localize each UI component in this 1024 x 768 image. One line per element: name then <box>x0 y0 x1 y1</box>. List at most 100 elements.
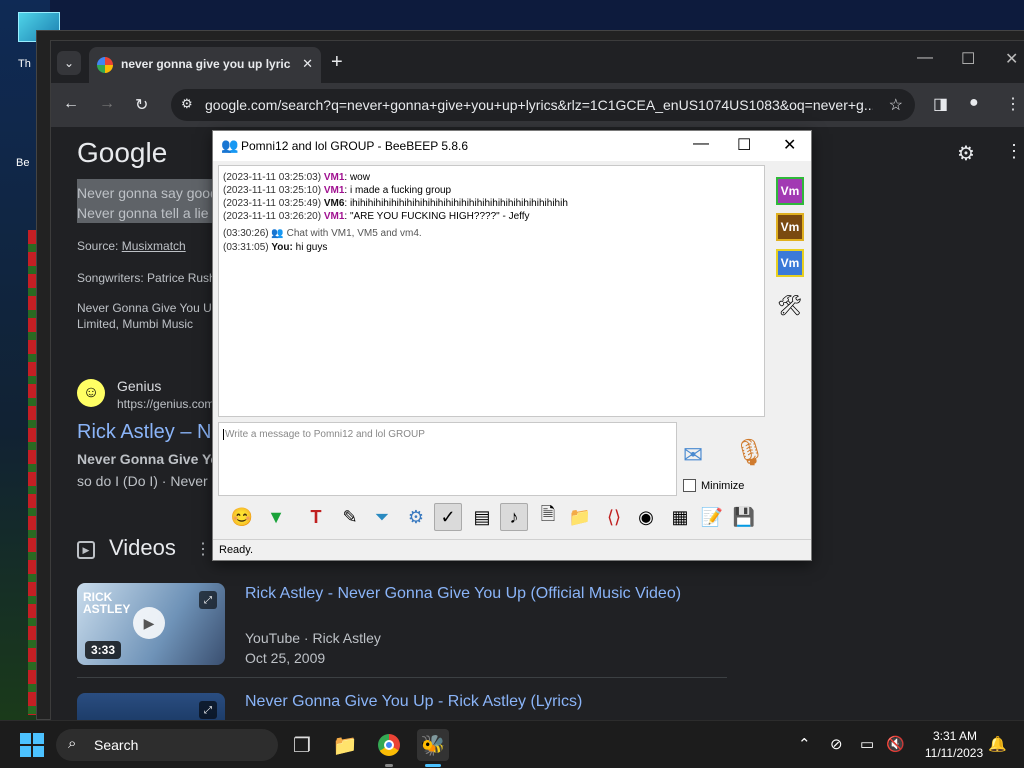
expand-down-icon[interactable]: ▼ <box>262 503 290 531</box>
microphone-icon[interactable]: 🎙 <box>733 437 766 468</box>
source-link[interactable]: Musixmatch <box>122 239 186 253</box>
font-icon[interactable]: T <box>302 503 330 531</box>
task-view-icon[interactable]: ❐ <box>286 729 318 761</box>
tab-close-icon[interactable]: ✕ <box>302 56 313 72</box>
volume-muted-icon[interactable]: 🔇 <box>886 735 905 753</box>
user-avatar-vm[interactable]: Vm <box>776 177 804 205</box>
minimize-icon[interactable]: — <box>693 135 709 153</box>
network-off-icon[interactable]: ⊘ <box>830 735 843 753</box>
user-avatar-vm[interactable]: Vm <box>776 249 804 277</box>
beebeep-icon[interactable]: 🐝 <box>417 729 449 761</box>
group-icon: 👥 <box>221 137 239 153</box>
google-favicon-icon <box>97 57 113 73</box>
chat-message: (03:31:05) You: hi guys <box>223 242 328 253</box>
lyric-line: Never gonna tell a lie <box>77 205 209 221</box>
menu-icon[interactable]: ⋮ <box>1005 94 1021 114</box>
screenshot-icon[interactable]: ◉ <box>632 503 660 531</box>
apps-grid-icon[interactable]: ⋮⋮ <box>1005 141 1024 162</box>
expand-icon[interactable]: ⤢ <box>199 701 217 719</box>
close-icon[interactable]: ✕ <box>783 135 796 155</box>
taskbar: ⌕ Search ❐ 📁 🐝 ⌃ ⊘ ▭ 🔇 3:31 AM 11/11/202… <box>0 720 1024 768</box>
taskbar-search[interactable]: ⌕ Search <box>56 729 278 761</box>
video-source: YouTube · Rick Astley <box>245 630 381 646</box>
new-tab-icon[interactable]: + <box>331 51 343 74</box>
save-chat-icon[interactable]: 🗎 <box>534 503 562 531</box>
chrome-icon[interactable] <box>373 729 405 761</box>
clear-chat-icon[interactable]: ▦ <box>666 503 694 531</box>
settings-gear-icon[interactable]: ⚙ <box>957 141 975 166</box>
settings-gears-icon[interactable]: ⚙ <box>402 503 430 531</box>
divider <box>77 677 727 678</box>
bookmark-star-icon[interactable]: ☆ <box>889 95 903 115</box>
browser-tab[interactable]: never gonna give you up lyrics ✕ <box>89 47 321 83</box>
close-icon[interactable]: ✕ <box>1005 49 1018 69</box>
emoticon-icon[interactable]: 😊 <box>228 503 256 531</box>
expand-icon[interactable]: ⤢ <box>199 591 217 609</box>
address-bar[interactable]: ⚙ google.com/search?q=never+gonna+give+y… <box>171 89 915 121</box>
desktop-icon-label: Th <box>18 58 31 70</box>
beebeep-title-bar[interactable]: 👥 Pomni12 and lol GROUP - BeeBEEP 5.8.6 … <box>213 131 811 161</box>
video-thumbnail[interactable]: RICK ASTLEY ▶ 3:33 ⤢ <box>77 583 225 665</box>
result-url[interactable]: https://genius.com <box>117 397 214 411</box>
google-logo[interactable]: Google <box>77 137 167 169</box>
tab-search-button[interactable]: ⌄ <box>57 51 81 75</box>
spellcheck-icon[interactable]: ✓ <box>434 503 462 531</box>
windows-start-icon[interactable] <box>20 733 44 757</box>
lyric-line: Never gonna say good <box>77 185 218 201</box>
group-settings-icon[interactable]: 🛠 <box>777 293 802 318</box>
user-avatar-vm[interactable]: Vm <box>776 213 804 241</box>
chat-history[interactable]: (2023-11-11 03:25:03) VM1: wow (2023-11-… <box>218 165 765 417</box>
color-pen-icon[interactable]: ✎ <box>336 503 364 531</box>
html-code-icon[interactable]: ⟨⟩ <box>600 503 628 531</box>
reload-icon[interactable]: ↻ <box>135 95 148 115</box>
notifications-bell-icon[interactable]: 🔔 <box>988 735 1007 753</box>
thumbnail-text: RICK ASTLEY <box>83 590 131 616</box>
video-thumbnail[interactable]: ⤢ <box>77 693 225 721</box>
publisher-line: Limited, Mumbi Music <box>77 317 194 331</box>
profile-icon[interactable]: ● <box>969 94 979 112</box>
browser-toolbar: ← → ↻ ⚙ google.com/search?q=never+gonna+… <box>51 83 1024 127</box>
status-bar: Ready. <box>213 539 811 560</box>
message-placeholder: Write a message to Pomni12 and lol GROUP <box>223 429 425 440</box>
floppy-save-icon[interactable]: 💾 <box>730 503 758 531</box>
autocomplete-icon[interactable]: ▤ <box>468 503 496 531</box>
url-text[interactable]: google.com/search?q=never+gonna+give+you… <box>205 97 873 113</box>
minimize-checkbox[interactable] <box>683 479 696 492</box>
play-icon[interactable]: ▶ <box>133 607 165 639</box>
videos-heading: Videos <box>109 535 176 560</box>
minimize-label: Minimize <box>701 480 745 492</box>
minimize-icon[interactable]: — <box>917 49 933 67</box>
video-play-icon: ▶ <box>77 541 95 559</box>
status-text: Ready. <box>219 544 254 556</box>
display-icon[interactable]: ▭ <box>860 735 874 753</box>
active-indicator <box>425 764 441 767</box>
chat-message: (2023-11-11 03:26:20) VM1: "ARE YOU FUCK… <box>223 211 530 222</box>
forward-icon[interactable]: → <box>99 95 115 113</box>
site-info-icon[interactable]: ⚙ <box>181 96 193 112</box>
video-title-link[interactable]: Rick Astley - Never Gonna Give You Up (O… <box>245 585 681 603</box>
maximize-icon[interactable]: ☐ <box>737 135 751 155</box>
note-icon[interactable]: 📝 <box>698 503 726 531</box>
result-site-name[interactable]: Genius <box>117 378 161 394</box>
video-title-link[interactable]: Never Gonna Give You Up - Rick Astley (L… <box>245 693 582 711</box>
show-hidden-icons-icon[interactable]: ⌃ <box>798 735 811 753</box>
source-label: Source: <box>77 239 122 253</box>
send-icon[interactable]: ✉ <box>683 441 703 470</box>
sound-note-icon[interactable]: ♪ <box>500 503 528 531</box>
search-label: Search <box>94 737 139 753</box>
send-file-icon[interactable]: 📁 <box>566 503 594 531</box>
genius-site-icon: ☺ <box>77 379 105 407</box>
chat-message: (2023-11-11 03:25:03) VM1: wow <box>223 172 370 183</box>
clock-date[interactable]: 11/11/2023 <box>916 746 992 760</box>
result-title-link[interactable]: Rick Astley – N <box>77 421 211 444</box>
user-list: Vm Vm Vm 🛠 <box>773 165 809 465</box>
more-options-icon[interactable]: ⋮ <box>195 539 211 559</box>
message-input[interactable]: Write a message to Pomni12 and lol GROUP <box>218 422 677 496</box>
side-panel-icon[interactable]: ◨ <box>933 94 948 114</box>
file-explorer-icon[interactable]: 📁 <box>329 729 361 761</box>
songwriters: Songwriters: Patrice Rush <box>77 271 216 285</box>
maximize-icon[interactable]: ☐ <box>961 49 975 69</box>
filter-icon[interactable]: ⏷ <box>368 503 396 531</box>
back-icon[interactable]: ← <box>63 95 79 113</box>
clock-time[interactable]: 3:31 AM <box>920 729 990 743</box>
